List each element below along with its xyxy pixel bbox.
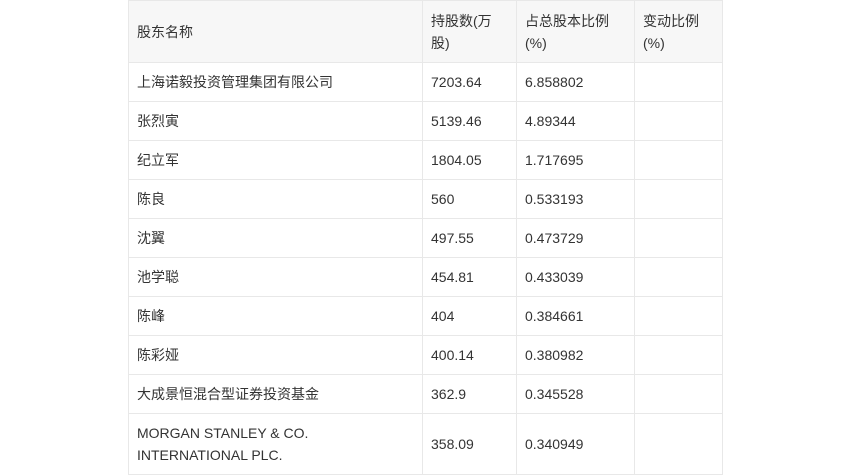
cell-share-ratio: 0.433039	[516, 257, 635, 297]
cell-shares-held: 1804.05	[422, 140, 517, 180]
cell-change-ratio	[634, 62, 723, 102]
cell-shares-held: 358.09	[422, 413, 517, 475]
cell-share-ratio: 0.340949	[516, 413, 635, 475]
table-row: 陈峰 404 0.384661	[128, 296, 723, 336]
cell-change-ratio	[634, 296, 723, 336]
cell-shares-held: 454.81	[422, 257, 517, 297]
header-shares-held: 持股数(万股)	[422, 0, 517, 63]
cell-change-ratio	[634, 257, 723, 297]
cell-shareholder-name: 上海诺毅投资管理集团有限公司	[128, 62, 423, 102]
cell-shareholder-name: 纪立军	[128, 140, 423, 180]
cell-shareholder-name: 陈彩娅	[128, 335, 423, 375]
cell-share-ratio: 0.345528	[516, 374, 635, 414]
cell-shareholder-name: 陈良	[128, 179, 423, 219]
table-row: 陈彩娅 400.14 0.380982	[128, 335, 723, 375]
table-row: MORGAN STANLEY & CO. INTERNATIONAL PLC. …	[128, 413, 723, 475]
cell-shares-held: 7203.64	[422, 62, 517, 102]
cell-share-ratio: 1.717695	[516, 140, 635, 180]
cell-shares-held: 497.55	[422, 218, 517, 258]
cell-change-ratio	[634, 101, 723, 141]
cell-shareholder-name: 沈翼	[128, 218, 423, 258]
cell-shareholder-name: 陈峰	[128, 296, 423, 336]
cell-change-ratio	[634, 179, 723, 219]
cell-share-ratio: 4.89344	[516, 101, 635, 141]
cell-share-ratio: 0.533193	[516, 179, 635, 219]
cell-change-ratio	[634, 218, 723, 258]
cell-share-ratio: 6.858802	[516, 62, 635, 102]
cell-shares-held: 362.9	[422, 374, 517, 414]
cell-shares-held: 400.14	[422, 335, 517, 375]
header-shareholder-name: 股东名称	[128, 0, 423, 63]
table-row: 沈翼 497.55 0.473729	[128, 218, 723, 258]
cell-shareholder-name: 张烈寅	[128, 101, 423, 141]
cell-shareholder-name: 池学聪	[128, 257, 423, 297]
cell-share-ratio: 0.384661	[516, 296, 635, 336]
table-row: 池学聪 454.81 0.433039	[128, 257, 723, 297]
cell-change-ratio	[634, 335, 723, 375]
cell-shareholder-name: 大成景恒混合型证券投资基金	[128, 374, 423, 414]
cell-shares-held: 5139.46	[422, 101, 517, 141]
shareholder-table: 股东名称 持股数(万股) 占总股本比例(%) 变动比例(%) 上海诺毅投资管理集…	[128, 0, 723, 475]
shareholder-table-container: 股东名称 持股数(万股) 占总股本比例(%) 变动比例(%) 上海诺毅投资管理集…	[128, 0, 723, 475]
cell-share-ratio: 0.380982	[516, 335, 635, 375]
header-share-ratio: 占总股本比例(%)	[516, 0, 635, 63]
table-row: 张烈寅 5139.46 4.89344	[128, 101, 723, 141]
table-row: 纪立军 1804.05 1.717695	[128, 140, 723, 180]
table-header-row: 股东名称 持股数(万股) 占总股本比例(%) 变动比例(%)	[128, 0, 723, 63]
header-change-ratio: 变动比例(%)	[634, 0, 723, 63]
table-row: 大成景恒混合型证券投资基金 362.9 0.345528	[128, 374, 723, 414]
table-row: 上海诺毅投资管理集团有限公司 7203.64 6.858802	[128, 62, 723, 102]
cell-change-ratio	[634, 413, 723, 475]
cell-change-ratio	[634, 374, 723, 414]
cell-share-ratio: 0.473729	[516, 218, 635, 258]
cell-shares-held: 560	[422, 179, 517, 219]
cell-shares-held: 404	[422, 296, 517, 336]
cell-shareholder-name: MORGAN STANLEY & CO. INTERNATIONAL PLC.	[128, 413, 423, 475]
table-row: 陈良 560 0.533193	[128, 179, 723, 219]
cell-change-ratio	[634, 140, 723, 180]
